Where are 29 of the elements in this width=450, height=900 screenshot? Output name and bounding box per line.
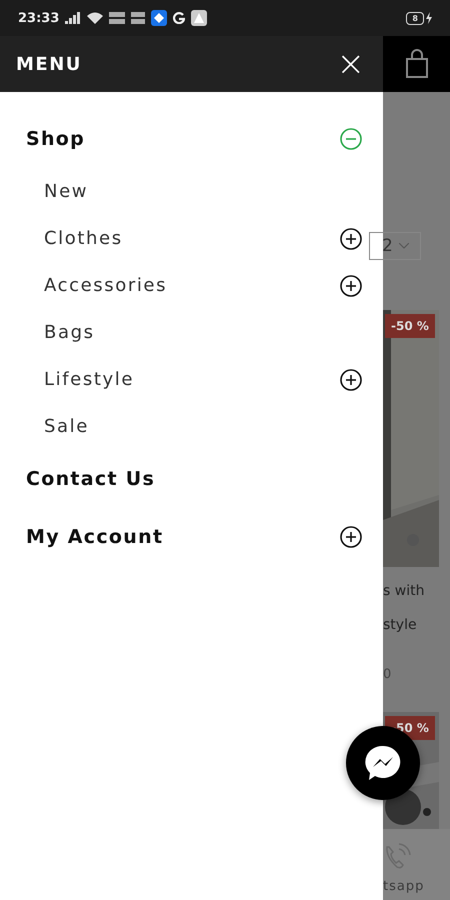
wifi-icon xyxy=(87,12,104,24)
menu-title: MENU xyxy=(16,54,82,74)
submenu-item[interactable]: Lifestyle xyxy=(44,369,134,390)
expand-icon[interactable] xyxy=(339,525,363,549)
menu-item[interactable]: Contact Us xyxy=(26,468,156,490)
signal-icon xyxy=(65,12,82,24)
shopping-bag-icon[interactable] xyxy=(404,49,428,79)
menu-item[interactable]: My Account xyxy=(26,526,164,548)
expand-icon[interactable] xyxy=(339,368,363,392)
product-title: s with xyxy=(383,582,426,601)
product-price: 0 xyxy=(383,667,392,682)
close-button[interactable]: × xyxy=(336,47,365,81)
discount-badge: -50 % xyxy=(385,314,435,338)
clock-time: 23:33 xyxy=(18,10,60,26)
app-icon xyxy=(173,12,186,24)
collapse-icon[interactable] xyxy=(339,127,363,151)
chevron-down-icon xyxy=(398,243,409,249)
app-icon xyxy=(151,10,168,26)
submenu-item[interactable]: Sale xyxy=(44,416,89,437)
submenu-item[interactable]: New xyxy=(44,181,88,202)
expand-icon[interactable] xyxy=(339,226,363,250)
submenu-item[interactable]: Accessories xyxy=(44,275,168,296)
app-icon xyxy=(191,10,208,26)
messenger-icon xyxy=(363,743,403,783)
expand-icon[interactable] xyxy=(339,274,363,298)
product-title: style xyxy=(383,616,418,635)
menu-item[interactable]: Shop xyxy=(26,128,86,150)
submenu-item[interactable]: Bags xyxy=(44,322,95,343)
submenu-item[interactable]: Clothes xyxy=(44,228,123,249)
